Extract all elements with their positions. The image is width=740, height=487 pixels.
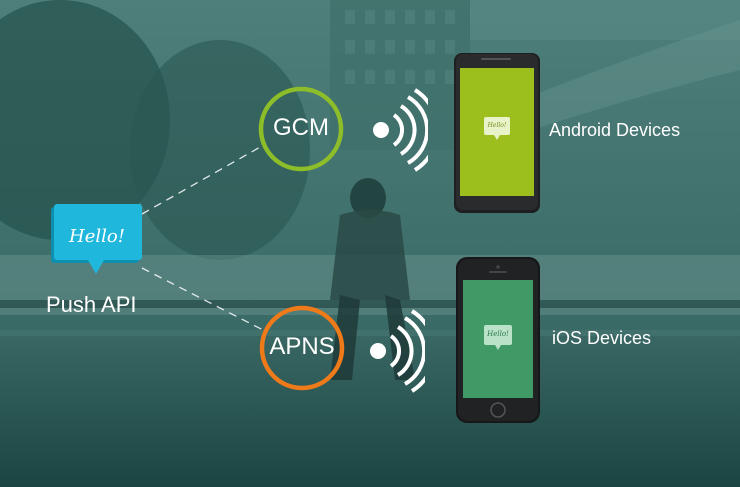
android-devices-label: Android Devices: [549, 120, 681, 140]
apns-label: APNS: [269, 333, 335, 360]
broadcast-icon: [370, 309, 425, 393]
connector-push-to-apns: [141, 267, 264, 331]
ios-bubble-text: Hello!: [487, 330, 509, 338]
android-bubble-text: Hello!: [487, 122, 507, 129]
broadcast-icon: [373, 88, 428, 172]
connector-push-to-gcm: [141, 145, 263, 215]
android-phone-icon: [454, 53, 540, 213]
gcm-label: GCM: [273, 114, 329, 141]
push-api-label: Push API: [46, 292, 137, 317]
diagram-canvas: Hello! Push API GCM APNS Hello! Android …: [0, 0, 740, 487]
push-api-bubble-text: Hello!: [69, 226, 125, 247]
ios-devices-label: iOS Devices: [552, 328, 652, 348]
ios-phone-icon: [456, 257, 540, 423]
